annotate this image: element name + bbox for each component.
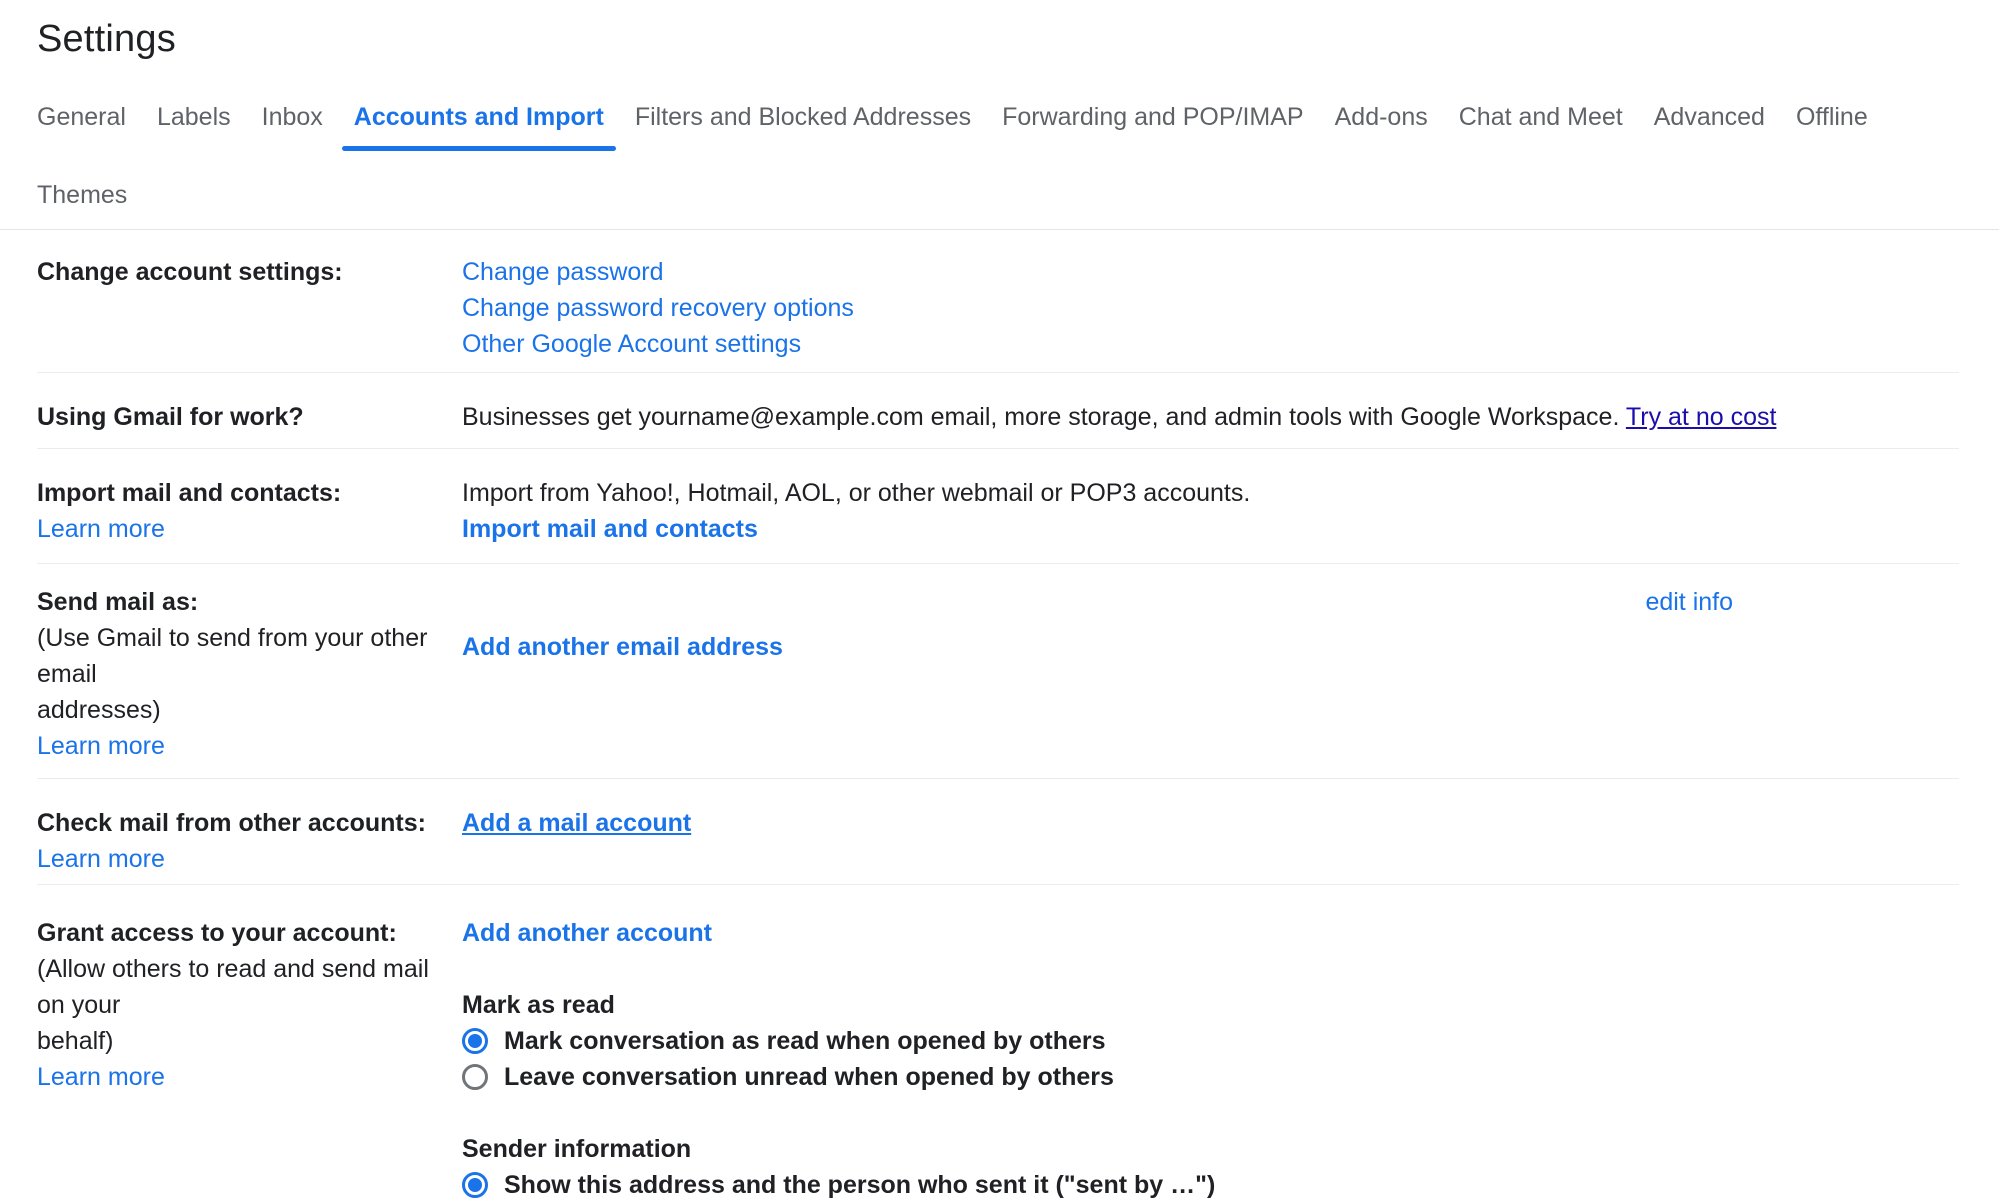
other-google-account-settings-link[interactable]: Other Google Account settings [462, 326, 1959, 362]
tab-chat-and-meet[interactable]: Chat and Meet [1459, 91, 1623, 157]
section-grant-access-to-your-account: Grant access to your account: (Allow oth… [37, 885, 1959, 1203]
add-another-account-link[interactable]: Add another account [462, 915, 1959, 951]
tab-add-ons[interactable]: Add-ons [1335, 91, 1428, 157]
radio-leave-conversation-unread-label[interactable]: Leave conversation unread when opened by… [504, 1059, 1114, 1095]
tab-inbox[interactable]: Inbox [262, 91, 323, 157]
spacer [462, 1095, 1959, 1131]
radio-mark-conversation-as-read-label[interactable]: Mark conversation as read when opened by… [504, 1023, 1106, 1059]
section-using-gmail-for-work: Using Gmail for work? Businesses get you… [37, 373, 1959, 449]
send-mail-as-description-line1: (Use Gmail to send from your other email [37, 620, 462, 692]
tab-forwarding-and-pop-imap[interactable]: Forwarding and POP/IMAP [1002, 91, 1304, 157]
section-content-column: Add another email address [462, 584, 1959, 764]
send-mail-as-learn-more-link[interactable]: Learn more [37, 728, 462, 764]
sender-information-heading: Sender information [462, 1131, 1959, 1167]
tab-themes[interactable]: Themes [37, 169, 127, 229]
section-content-column: Change password Change password recovery… [462, 254, 1959, 362]
section-content-column: Import from Yahoo!, Hotmail, AOL, or oth… [462, 475, 1959, 547]
section-label-column: Using Gmail for work? [37, 399, 462, 435]
tab-row-1: General Labels Inbox Accounts and Import… [37, 91, 1959, 157]
section-label-column: Grant access to your account: (Allow oth… [37, 915, 462, 1203]
section-label-column: Change account settings: [37, 254, 462, 362]
workspace-promo-text: Businesses get yourname@example.com emai… [462, 399, 1959, 435]
add-a-mail-account-link[interactable]: Add a mail account [462, 805, 1959, 841]
check-mail-learn-more-link[interactable]: Learn more [37, 841, 462, 877]
tab-advanced[interactable]: Advanced [1654, 91, 1765, 157]
change-account-settings-label: Change account settings: [37, 254, 462, 290]
grant-access-learn-more-link[interactable]: Learn more [37, 1059, 462, 1095]
grant-access-label: Grant access to your account: [37, 915, 462, 951]
import-mail-and-contacts-link[interactable]: Import mail and contacts [462, 511, 1959, 547]
section-label-column: Send mail as: (Use Gmail to send from yo… [37, 584, 462, 764]
tab-accounts-and-import[interactable]: Accounts and Import [354, 91, 604, 157]
section-import-mail-and-contacts: Import mail and contacts: Learn more Imp… [37, 449, 1959, 564]
tab-filters-and-blocked-addresses[interactable]: Filters and Blocked Addresses [635, 91, 971, 157]
import-learn-more-link[interactable]: Learn more [37, 511, 462, 547]
radio-button-icon[interactable] [462, 1064, 488, 1090]
gmail-settings-page: Settings General Labels Inbox Accounts a… [0, 0, 1999, 1158]
section-send-mail-as: Send mail as: (Use Gmail to send from yo… [37, 564, 1959, 779]
section-change-account-settings: Change account settings: Change password… [37, 230, 1959, 373]
import-mail-and-contacts-label: Import mail and contacts: [37, 475, 462, 511]
change-password-link[interactable]: Change password [462, 254, 1959, 290]
radio-button-icon[interactable] [462, 1172, 488, 1198]
using-gmail-for-work-label: Using Gmail for work? [37, 399, 462, 435]
radio-show-this-address[interactable]: Show this address and the person who sen… [462, 1167, 1959, 1203]
tab-labels[interactable]: Labels [157, 91, 231, 157]
try-at-no-cost-link[interactable]: Try at no cost [1626, 403, 1777, 431]
tab-offline[interactable]: Offline [1796, 91, 1868, 157]
section-content-column: Businesses get yourname@example.com emai… [462, 399, 1959, 435]
radio-mark-conversation-as-read[interactable]: Mark conversation as read when opened by… [462, 1023, 1959, 1059]
tab-general[interactable]: General [37, 91, 126, 157]
radio-leave-conversation-unread[interactable]: Leave conversation unread when opened by… [462, 1059, 1959, 1095]
edit-info-link[interactable]: edit info [1645, 584, 1733, 620]
section-content-column: Add another account Mark as read Mark co… [462, 915, 1959, 1203]
mark-as-read-heading: Mark as read [462, 987, 1959, 1023]
grant-access-description-line1: (Allow others to read and send mail on y… [37, 951, 462, 1023]
grant-access-description-line2: behalf) [37, 1023, 462, 1059]
tab-row-2: Themes [37, 169, 1959, 229]
workspace-promo-sentence: Businesses get yourname@example.com emai… [462, 403, 1626, 431]
send-mail-as-label: Send mail as: [37, 584, 462, 620]
section-label-column: Check mail from other accounts: Learn mo… [37, 805, 462, 877]
section-label-column: Import mail and contacts: Learn more [37, 475, 462, 547]
spacer [462, 951, 1959, 987]
change-password-recovery-options-link[interactable]: Change password recovery options [462, 290, 1959, 326]
add-another-email-address-link[interactable]: Add another email address [462, 629, 1959, 665]
section-check-mail-from-other-accounts: Check mail from other accounts: Learn mo… [37, 779, 1959, 885]
radio-button-icon[interactable] [462, 1028, 488, 1054]
settings-tab-bar: General Labels Inbox Accounts and Import… [37, 91, 1959, 229]
check-mail-from-other-accounts-label: Check mail from other accounts: [37, 805, 462, 841]
page-title: Settings [37, 0, 1959, 63]
radio-show-this-address-label[interactable]: Show this address and the person who sen… [504, 1167, 1215, 1203]
section-content-column: Add a mail account [462, 805, 1959, 877]
send-mail-as-description-line2: addresses) [37, 692, 462, 728]
import-description-text: Import from Yahoo!, Hotmail, AOL, or oth… [462, 475, 1959, 511]
